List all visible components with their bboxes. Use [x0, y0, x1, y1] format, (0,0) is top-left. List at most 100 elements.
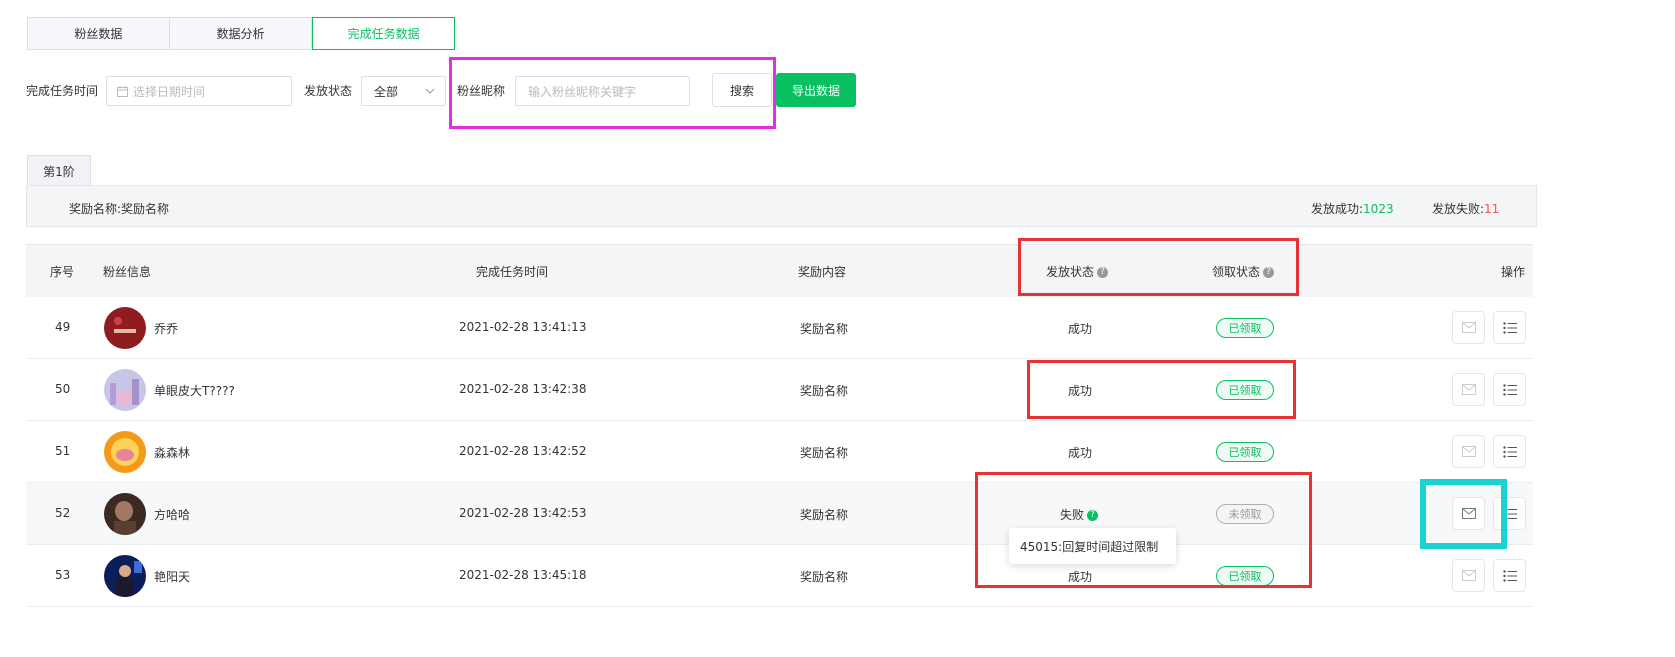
send-status: 失败? — [1060, 506, 1099, 523]
header-ops: 操作 — [1501, 265, 1526, 279]
avatar — [104, 431, 146, 473]
avatar — [104, 369, 146, 411]
row-no: 51 — [55, 444, 71, 458]
table-row: 53 艳阳天 2021-02-28 13:45:18 奖励名称 成功 已领取 — [26, 545, 1533, 607]
fail-reason-tooltip: 45015:回复时间超过限制 — [1009, 528, 1176, 564]
list-icon — [1502, 507, 1517, 520]
top-tabs: 粉丝数据 数据分析 完成任务数据 — [27, 17, 456, 50]
help-icon[interactable]: ? — [1263, 267, 1275, 278]
reward-name: 奖励名称:奖励名称 — [69, 202, 170, 216]
task-time: 2021-02-28 13:42:38 — [459, 382, 587, 396]
fan-name: 乔乔 — [154, 322, 179, 336]
mail-icon — [1461, 570, 1476, 581]
search-button[interactable]: 搜索 — [712, 73, 772, 107]
table-row: 49 乔乔 2021-02-28 13:41:13 奖励名称 成功 已领取 — [26, 297, 1533, 359]
details-button[interactable] — [1493, 435, 1526, 468]
tab-task-data[interactable]: 完成任务数据 — [312, 17, 456, 50]
table-row: 51 淼森林 2021-02-28 13:42:52 奖励名称 成功 已领取 — [26, 421, 1533, 483]
resend-button[interactable] — [1452, 311, 1485, 344]
avatar — [104, 555, 146, 597]
status-select-value: 全部 — [374, 84, 399, 99]
send-status: 成功 — [1068, 384, 1093, 398]
help-icon[interactable]: ? — [1087, 510, 1099, 521]
nick-search-input[interactable]: 输入粉丝昵称关键字 — [515, 76, 690, 106]
send-status: 成功 — [1068, 446, 1093, 460]
list-icon — [1502, 569, 1517, 582]
task-data-table: 序号 粉丝信息 完成任务时间 奖励内容 发放状态? 领取状态? 操作 49 乔乔… — [26, 244, 1533, 607]
reward-content: 奖励名称 — [800, 508, 849, 522]
list-icon — [1502, 445, 1517, 458]
avatar — [104, 307, 146, 349]
fail-label: 发放失败: — [1432, 202, 1485, 216]
avatar — [104, 493, 146, 535]
nick-search-placeholder: 输入粉丝昵称关键字 — [528, 84, 637, 99]
success-label: 发放成功: — [1311, 202, 1364, 216]
details-button[interactable] — [1493, 311, 1526, 344]
table-row: 50 单眼皮大T???? 2021-02-28 13:42:38 奖励名称 成功… — [26, 359, 1533, 421]
fail-value: 11 — [1484, 202, 1500, 216]
fan-name: 单眼皮大T???? — [154, 384, 235, 398]
header-fan: 粉丝信息 — [103, 265, 152, 279]
task-time: 2021-02-28 13:41:13 — [459, 320, 587, 334]
task-time: 2021-02-28 13:42:53 — [459, 506, 587, 520]
reward-summary-bar: 奖励名称:奖励名称 发放成功:1023 发放失败:11 — [26, 185, 1537, 227]
task-time: 2021-02-28 13:42:52 — [459, 444, 587, 458]
resend-button[interactable] — [1452, 373, 1485, 406]
row-no: 53 — [55, 568, 71, 582]
row-no: 49 — [55, 320, 71, 334]
send-status-label: 失败 — [1060, 508, 1085, 522]
resend-button[interactable] — [1452, 559, 1485, 592]
export-button[interactable]: 导出数据 — [776, 73, 856, 107]
chevron-down-icon — [425, 88, 435, 94]
help-icon[interactable]: ? — [1097, 267, 1109, 278]
status-label: 发放状态 — [304, 84, 353, 98]
header-reward: 奖励内容 — [798, 265, 847, 279]
header-time: 完成任务时间 — [476, 265, 549, 279]
resend-button[interactable] — [1452, 497, 1485, 530]
claim-status-badge: 已领取 — [1216, 442, 1274, 462]
fail-count: 发放失败:11 — [1432, 200, 1499, 217]
success-count: 发放成功:1023 — [1311, 200, 1394, 217]
header-send-status-label: 发放状态 — [1046, 265, 1095, 279]
success-value: 1023 — [1363, 202, 1394, 216]
reward-content: 奖励名称 — [800, 570, 849, 584]
header-claim-status-label: 领取状态 — [1212, 265, 1261, 279]
reward-content: 奖励名称 — [800, 384, 849, 398]
header-no: 序号 — [50, 265, 75, 279]
fan-name: 方哈哈 — [154, 508, 191, 522]
fan-name: 艳阳天 — [154, 570, 191, 584]
claim-status-badge: 未领取 — [1216, 504, 1274, 524]
claim-status-badge: 已领取 — [1216, 566, 1274, 586]
nick-label: 粉丝昵称 — [457, 84, 506, 98]
reward-content: 奖励名称 — [800, 446, 849, 460]
table-header: 序号 粉丝信息 完成任务时间 奖励内容 发放状态? 领取状态? 操作 — [26, 244, 1533, 297]
table-row: 52 方哈哈 2021-02-28 13:42:53 奖励名称 失败? 未领取 — [26, 483, 1533, 545]
mail-icon — [1461, 322, 1476, 333]
reward-content: 奖励名称 — [800, 322, 849, 336]
tab-fans-data[interactable]: 粉丝数据 — [27, 17, 170, 50]
date-time-picker[interactable]: 选择日期时间 — [106, 76, 292, 106]
fan-name: 淼森林 — [154, 446, 191, 460]
details-button[interactable] — [1493, 559, 1526, 592]
header-claim-status: 领取状态? — [1212, 263, 1275, 280]
time-label: 完成任务时间 — [26, 84, 99, 98]
mail-icon — [1461, 384, 1476, 395]
list-icon — [1502, 321, 1517, 334]
list-icon — [1502, 383, 1517, 396]
details-button[interactable] — [1493, 373, 1526, 406]
details-button[interactable] — [1493, 497, 1526, 530]
tab-data-analysis[interactable]: 数据分析 — [169, 17, 313, 50]
status-select[interactable]: 全部 — [361, 76, 446, 106]
claim-status-badge: 已领取 — [1216, 318, 1274, 338]
mail-icon — [1461, 508, 1476, 519]
row-no: 52 — [55, 506, 71, 520]
header-send-status: 发放状态? — [1046, 263, 1109, 280]
calendar-icon — [117, 85, 128, 97]
date-time-placeholder: 选择日期时间 — [133, 84, 206, 99]
resend-button[interactable] — [1452, 435, 1485, 468]
task-time: 2021-02-28 13:45:18 — [459, 568, 587, 582]
stage-tab[interactable]: 第1阶 — [27, 155, 91, 186]
claim-status-badge: 已领取 — [1216, 380, 1274, 400]
mail-icon — [1461, 446, 1476, 457]
send-status: 成功 — [1068, 570, 1093, 584]
